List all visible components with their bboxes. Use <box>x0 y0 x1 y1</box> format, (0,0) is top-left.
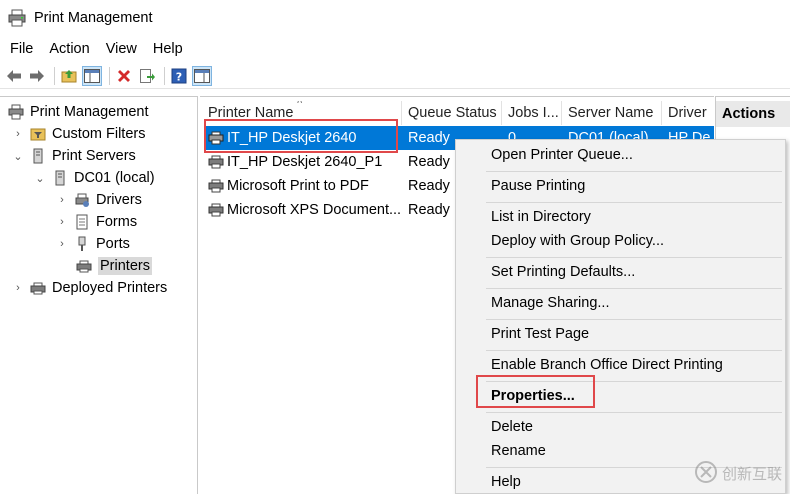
server-icon <box>30 148 46 164</box>
tree-item-label: Drivers <box>96 192 142 208</box>
export-list-icon[interactable] <box>137 66 157 86</box>
tree-item-ports[interactable]: › Ports <box>56 233 130 255</box>
menu-separator <box>486 319 782 320</box>
menu-bar: File Action View Help <box>0 38 199 60</box>
printer-name: IT_HP Deskjet 2640_P1 <box>227 154 383 170</box>
menu-item-list-in-directory[interactable]: List in Directory <box>491 206 591 228</box>
menu-item-pause-printing[interactable]: Pause Printing <box>491 175 585 197</box>
menu-separator <box>486 412 782 413</box>
menu-item-print-test-page[interactable]: Print Test Page <box>491 323 589 345</box>
drivers-icon <box>74 192 90 208</box>
printer-icon <box>208 155 224 169</box>
column-header-label: Driver <box>668 105 707 121</box>
show-hide-tree-icon[interactable] <box>82 65 102 86</box>
toolbar: ? <box>0 63 790 89</box>
menu-item-set-printing-defaults[interactable]: Set Printing Defaults... <box>491 261 635 283</box>
menu-view[interactable]: View <box>106 41 137 57</box>
filter-folder-icon <box>30 126 46 142</box>
toolbar-separator <box>54 66 55 85</box>
tree-item-printers[interactable]: Printers <box>74 255 152 277</box>
forms-icon <box>74 214 90 230</box>
watermark-logo-icon <box>694 460 718 487</box>
tree-item-label: Deployed Printers <box>52 280 168 296</box>
tree-item-drivers[interactable]: › Drivers <box>56 189 142 211</box>
context-menu: Open Printer Queue... Pause Printing Lis… <box>455 139 786 494</box>
up-folder-icon[interactable] <box>59 66 79 86</box>
tree-item-dc01[interactable]: ⌄ DC01 (local) <box>34 167 155 189</box>
printer-icon <box>76 258 92 274</box>
tree-item-label: Forms <box>96 214 138 230</box>
tree-item-print-management[interactable]: Print Management <box>8 101 148 123</box>
menu-separator <box>486 257 782 258</box>
back-arrow-icon[interactable] <box>4 66 24 86</box>
column-header-label: Server Name <box>568 105 654 121</box>
svg-text:?: ? <box>176 70 182 83</box>
toolbar-separator <box>164 66 165 85</box>
watermark: 创新互联 <box>694 460 782 487</box>
forward-arrow-icon[interactable] <box>27 66 47 86</box>
chevron-right-icon[interactable]: › <box>56 216 68 228</box>
column-header-server-name[interactable]: Server Name <box>562 101 662 125</box>
chevron-right-icon[interactable]: › <box>12 282 24 294</box>
tree-item-print-servers[interactable]: ⌄ Print Servers <box>12 145 136 167</box>
menu-separator <box>486 288 782 289</box>
menu-item-rename[interactable]: Rename <box>491 440 546 462</box>
chevron-right-icon[interactable]: › <box>12 128 24 140</box>
sort-ascending-icon: ∧ <box>296 101 303 106</box>
tree-item-label: Custom Filters <box>52 126 146 142</box>
menu-help[interactable]: Help <box>153 41 183 57</box>
column-header-driver[interactable]: Driver <box>662 101 714 125</box>
printer-name: Microsoft Print to PDF <box>227 178 369 194</box>
printer-name-cell: Microsoft XPS Document... <box>208 198 402 222</box>
menu-item-delete[interactable]: Delete <box>491 416 533 438</box>
menu-separator <box>486 171 782 172</box>
properties-highlight <box>476 375 595 408</box>
menu-item-open-printer-queue[interactable]: Open Printer Queue... <box>491 144 633 166</box>
tree-item-label: DC01 (local) <box>74 170 155 186</box>
tree-item-custom-filters[interactable]: › Custom Filters <box>12 123 145 145</box>
help-icon[interactable]: ? <box>169 66 189 86</box>
column-header-label: Jobs I... <box>508 105 559 121</box>
menu-item-manage-sharing[interactable]: Manage Sharing... <box>491 292 610 314</box>
server-icon <box>52 170 68 186</box>
chevron-down-icon[interactable]: ⌄ <box>12 150 24 163</box>
ports-icon <box>74 236 90 252</box>
chevron-down-icon[interactable]: ⌄ <box>34 172 46 185</box>
tree-item-label: Printers <box>98 257 152 275</box>
chevron-right-icon[interactable]: › <box>56 194 68 206</box>
printer-icon <box>30 280 46 296</box>
printer-name: Microsoft XPS Document... <box>227 202 402 218</box>
selected-printer-highlight <box>204 119 398 153</box>
window-title: Print Management <box>34 10 153 26</box>
print-management-app-icon <box>8 9 26 27</box>
print-management-icon <box>8 104 24 120</box>
menu-action[interactable]: Action <box>49 41 89 57</box>
tree-item-label: Print Servers <box>52 148 136 164</box>
menu-file[interactable]: File <box>10 41 33 57</box>
printer-icon <box>208 203 224 217</box>
delete-icon[interactable] <box>114 66 134 86</box>
watermark-text: 创新互联 <box>722 465 783 483</box>
toolbar-separator <box>109 66 110 85</box>
chevron-right-icon[interactable]: › <box>56 238 68 250</box>
show-hide-action-pane-icon[interactable] <box>192 65 212 86</box>
printer-icon <box>208 179 224 193</box>
column-header-label: Queue Status <box>408 105 497 121</box>
column-header-queue-status[interactable]: Queue Status <box>402 101 502 125</box>
tree-item-label: Print Management <box>30 104 149 120</box>
printer-name-cell: Microsoft Print to PDF <box>208 174 402 198</box>
column-header-jobs[interactable]: Jobs I... <box>502 101 562 125</box>
title-bar: Print Management <box>0 0 790 36</box>
tree-item-label: Ports <box>96 236 130 252</box>
printer-name-cell: IT_HP Deskjet 2640_P1 <box>208 150 402 174</box>
actions-title: Actions <box>716 101 790 127</box>
menu-separator <box>486 202 782 203</box>
tree-item-deployed-printers[interactable]: › Deployed Printers <box>12 277 167 299</box>
menu-separator <box>486 350 782 351</box>
tree-item-forms[interactable]: › Forms <box>56 211 137 233</box>
menu-item-help[interactable]: Help <box>491 471 521 493</box>
navigation-tree: Print Management › Custom Filters ⌄ Prin… <box>0 96 198 494</box>
menu-item-enable-branch-office-direct-printing[interactable]: Enable Branch Office Direct Printing <box>491 354 723 376</box>
menu-item-deploy-with-group-policy[interactable]: Deploy with Group Policy... <box>491 230 664 252</box>
